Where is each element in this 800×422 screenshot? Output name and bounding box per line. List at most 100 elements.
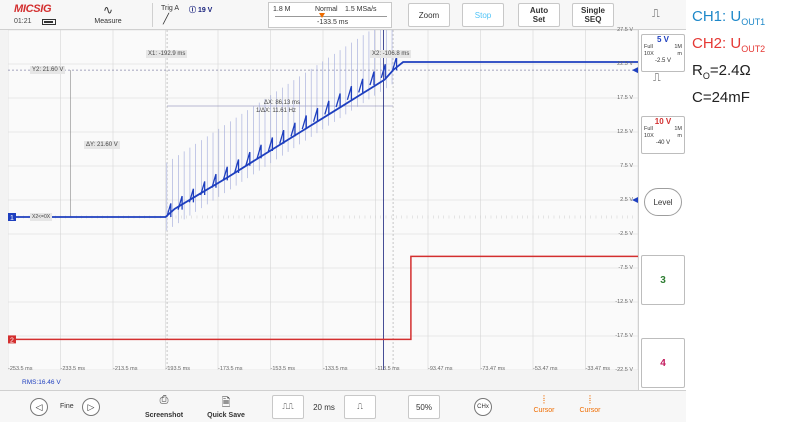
v-tick-label: 12.5 V [617,129,633,135]
timebase-panel[interactable]: 1.8 M Normal 1.5 MSa/s -133.5 ms [268,2,392,28]
channel-panel: 5 V Full 1M 10X m -2.5 V ⎍ 10 V Full 1M 10X… [638,30,686,392]
t-tick-label: -53.47 ms [533,366,558,372]
note-capacitance: C=24mF [692,89,750,106]
cursor-icon: ⦙ [542,394,546,406]
cursor-y2-label: Y2: 21.60 V [30,66,66,74]
chx-button[interactable]: CHx [474,398,492,416]
fine-label: Fine [60,403,74,410]
t-tick-label: -93.47 ms [428,366,453,372]
memory-depth: 1.8 M [273,6,291,13]
v-tick-label: 27.5 V [617,27,633,33]
trigger-mode: Normal [315,6,338,13]
ch1-sawtooth [324,100,330,115]
ch1-unit: m [677,51,682,57]
cursor-dy-label: ΔY: 21.60 V [84,141,120,149]
trigger-settings[interactable]: Trig A Ⓘ 19 V ╱ [152,3,260,27]
cursor-x1-label: X1: -192.9 ms [146,50,188,58]
note-ch2: CH2: UOUT2 [692,35,766,54]
t-tick-label: -33.47 ms [585,366,610,372]
measure-button[interactable]: ∿ Measure [84,2,132,29]
v-tick-label: 22.5 V [617,61,633,67]
trigger-label: Trig A [161,5,180,12]
ch1-sawtooth [358,78,364,93]
cursor-x2-label: X2: -106.8 ms [370,50,412,58]
trigger-position-marker[interactable] [319,13,325,18]
ch1-settings[interactable]: 5 V Full 1M 10X m -2.5 V [641,34,685,72]
ch2-impedance: 1M [674,126,682,132]
ch4-button[interactable]: 4 [641,338,685,388]
v-tick-label: -17.5 V [615,333,633,339]
battery-icon [42,19,56,25]
horizontal-position: -133.5 ms [317,19,349,26]
ch2-settings[interactable]: 10 V Full 1M 10X m -40 V [641,116,685,154]
brand-logo: MICSIG [14,3,52,15]
note-resistance: RO=2.4Ω [692,62,751,81]
waveform-plot: 12 [8,30,638,370]
ch1-scale: 5 V [656,35,669,44]
cursor-icon: ⦙ [588,394,592,406]
level-button[interactable]: Level [644,188,682,216]
cursor-button-2[interactable]: ⦙ Cursor [570,394,610,414]
t-tick-label: -173.5 ms [218,366,243,372]
ch1-sawtooth [369,71,375,86]
screenshot-icon[interactable]: ⎙ [136,394,192,407]
v-tick-label: -22.5 V [615,367,633,373]
save-icon[interactable]: 🗎 [198,394,254,413]
t-tick-label: -133.5 ms [323,366,348,372]
trigger-level: Ⓘ 19 V [189,7,213,14]
note-ch1: CH1: UOUT1 [692,8,766,27]
ch1-impedance: 1M [674,44,682,50]
auto-set-button[interactable]: Auto Set [518,3,560,27]
sample-rate: 1.5 MSa/s [345,6,377,13]
pulse-icon-top[interactable]: ⎍ [652,8,660,21]
screenshot-label[interactable]: Screenshot [136,412,192,419]
v-tick-label: 7.5 V [620,163,633,169]
v-tick-label: -2.5 V [618,231,633,237]
ch1-sawtooth [312,107,319,122]
t-tick-label: -233.5 ms [60,366,85,372]
v-tick-label: 17.5 V [617,95,633,101]
position-slider[interactable] [275,16,387,17]
t-tick-label: -113.5 ms [375,366,400,372]
stop-button[interactable]: Stop [462,3,504,27]
ch2-offset: -40 V [655,140,671,146]
t-tick-label: -153.5 ms [270,366,295,372]
t-tick-label: -73.47 ms [480,366,505,372]
rms-readout: RMS:16.46 V [22,379,61,386]
annotation-panel: CH1: UOUT1 CH2: UOUT2 RO=2.4Ω C=24mF [692,6,798,108]
cursor-button-1[interactable]: ⦙ Cursor [524,394,564,414]
ch2-unit: m [677,133,682,139]
ch2-bandwidth: Full [644,126,653,132]
ch1-marker-label: 1 [10,215,14,222]
quick-save-label[interactable]: Quick Save [198,412,254,419]
t-tick-label: -193.5 ms [165,366,190,372]
single-seq-button[interactable]: Single SEQ [572,3,614,27]
v-tick-label: -7.5 V [618,265,633,271]
waveform-display[interactable]: 12 [8,30,638,370]
ch1-sawtooth [335,93,341,108]
top-toolbar: MICSIG 01:21 ∿ Measure Trig A Ⓘ 19 V ╱ 1… [0,0,686,30]
pulse-icon[interactable]: ⎍ [653,72,661,85]
bottom-toolbar: ◁ Fine ▷ ⎙ Screenshot 🗎 Quick Save ⎍⎍ 20… [0,390,686,422]
ch1-sawtooth [290,122,296,137]
trigger-50-percent-button[interactable]: 50% [408,395,440,419]
ch1-ground-label: X2<=0X [30,213,53,221]
cursor-dx-label: ΔX: 86.13 ms [264,100,301,106]
timebase-decrease-button[interactable]: ⎍⎍ [272,395,304,419]
measure-label: Measure [94,18,122,25]
next-arrow-icon[interactable]: ▷ [82,398,100,416]
zoom-button[interactable]: Zoom [408,3,450,27]
v-tick-label: -12.5 V [615,299,633,305]
ch1-sawtooth [177,195,183,210]
ch1-sawtooth [301,115,307,130]
prev-arrow-icon[interactable]: ◁ [30,398,48,416]
v-tick-label: 2.5 V [620,197,633,203]
oscilloscope-window: MICSIG 01:21 ∿ Measure Trig A Ⓘ 19 V ╱ 1… [0,0,686,422]
ch2-scale: 10 V [654,117,672,126]
ch1-offset: -2.5 V [654,58,671,64]
rising-edge-icon: ╱ [163,14,170,25]
ch3-button[interactable]: 3 [641,255,685,305]
timebase-increase-button[interactable]: ⎍ [344,395,376,419]
t-tick-label: -213.5 ms [113,366,138,372]
timebase-value: 20 ms [313,402,335,412]
